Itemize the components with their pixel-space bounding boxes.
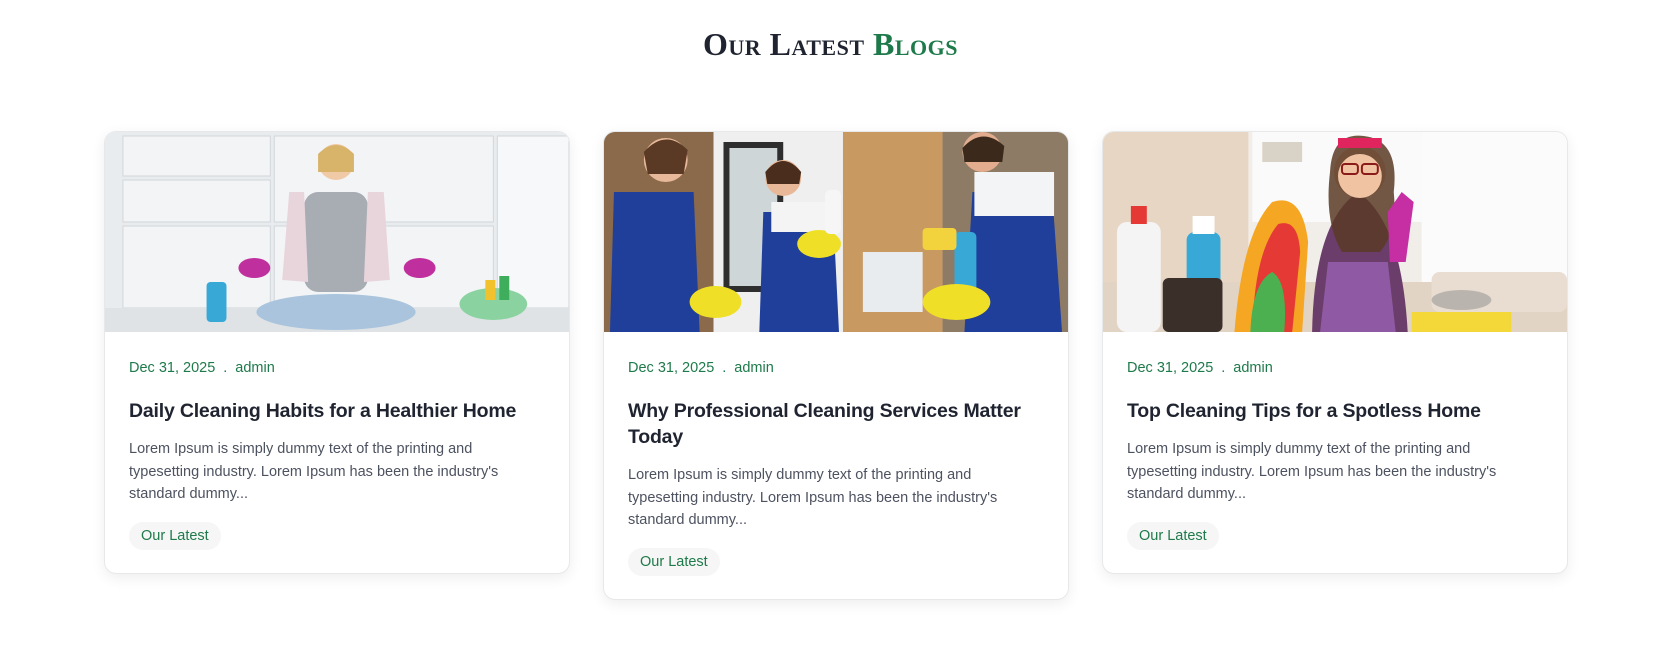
section-title-accent: Blogs <box>873 26 958 62</box>
blog-thumbnail-image[interactable] <box>105 132 569 332</box>
post-meta: Dec 31, 2025. admin <box>1127 358 1543 378</box>
post-meta: Dec 31, 2025. admin <box>628 358 1044 378</box>
post-excerpt: Lorem Ipsum is simply dummy text of the … <box>1127 441 1497 502</box>
meta-separator: . <box>722 360 727 376</box>
post-author[interactable]: admin <box>734 360 774 376</box>
post-date: Dec 31, 2025 <box>1127 360 1214 376</box>
blog-card: Dec 31, 2025. admin Top Cleaning Tips for… <box>1102 131 1568 574</box>
post-title[interactable]: Daily Cleaning Habits for a Healthier Ho… <box>129 398 545 424</box>
post-date: Dec 31, 2025 <box>129 360 216 376</box>
blog-thumbnail-image[interactable] <box>604 132 1068 332</box>
post-date: Dec 31, 2025 <box>628 360 715 376</box>
meta-separator: . <box>223 360 228 376</box>
blog-card: Dec 31, 2025. admin Why Professional Clea… <box>603 131 1069 600</box>
read-more-button[interactable]: Our Latest <box>1127 521 1219 550</box>
post-title[interactable]: Top Cleaning Tips for a Spotless Home <box>1127 398 1543 424</box>
section-title-main: Our Latest <box>702 26 865 62</box>
post-excerpt: Lorem Ipsum is simply dummy text of the … <box>129 441 499 502</box>
post-author[interactable]: admin <box>1233 360 1273 376</box>
read-more-button[interactable]: Our Latest <box>628 547 720 576</box>
post-author[interactable]: admin <box>235 360 275 376</box>
meta-separator: . <box>1221 360 1226 376</box>
blog-card: Dec 31, 2025. admin Daily Cleaning Habits… <box>104 131 570 574</box>
section-title: Our Latest Blogs <box>0 26 1661 63</box>
post-meta: Dec 31, 2025. admin <box>129 358 545 378</box>
read-more-button[interactable]: Our Latest <box>129 521 221 550</box>
blog-thumbnail-image[interactable] <box>1103 132 1567 332</box>
post-excerpt: Lorem Ipsum is simply dummy text of the … <box>628 467 998 528</box>
post-title[interactable]: Why Professional Cleaning Services Matte… <box>628 398 1044 450</box>
